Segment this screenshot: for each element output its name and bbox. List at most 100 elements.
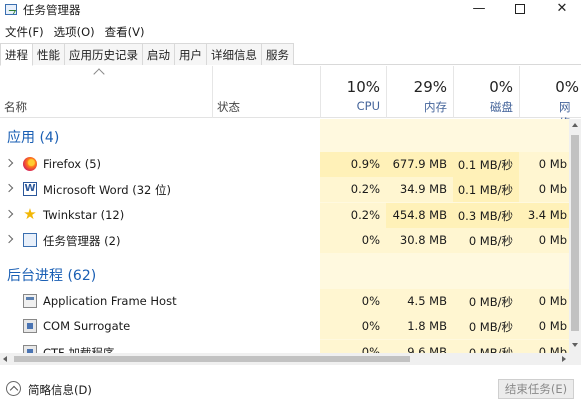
table-row[interactable]: 任务管理器 (2) 0% 30.8 MB 0 MB/秒 0 Mb xyxy=(0,228,569,253)
tab-users[interactable]: 用户 xyxy=(174,43,207,65)
scrollbar-corner xyxy=(569,353,581,365)
column-cpu[interactable]: 10% CPU xyxy=(320,66,386,118)
sort-caret-icon xyxy=(93,68,105,80)
disk-cell: 0 MB/秒 xyxy=(453,289,519,314)
cpu-cell: 0% xyxy=(320,228,386,253)
disk-cell: 0.1 MB/秒 xyxy=(453,152,519,177)
memory-label: 内存 xyxy=(424,100,447,114)
memory-cell: 4.5 MB xyxy=(386,289,453,314)
table-row[interactable]: ★ Twinkstar (12) 0.2% 454.8 MB 0.3 MB/秒 … xyxy=(0,203,569,228)
table-row[interactable]: CTF 加载程序 0% 9.6 MB 0 MB/秒 0 Mb xyxy=(0,340,569,353)
window-title: 任务管理器 xyxy=(23,3,81,17)
table-row[interactable]: W Microsoft Word (32 位) 0.2% 34.9 MB 0.1… xyxy=(0,177,569,202)
scroll-down-arrow-icon[interactable] xyxy=(572,343,578,347)
network-cell: 0 Mb xyxy=(519,177,569,202)
minimize-button[interactable]: — xyxy=(462,0,496,20)
chevron-right-icon[interactable] xyxy=(4,183,14,193)
vertical-scroll-thumb[interactable] xyxy=(571,135,579,331)
menu-file[interactable]: 文件(F) xyxy=(0,22,49,42)
disk-cell: 0 MB/秒 xyxy=(453,228,519,253)
network-cell: 0 Mb xyxy=(519,228,569,253)
tab-app-history[interactable]: 应用历史记录 xyxy=(64,43,143,65)
tab-strip: 进程 性能 应用历史记录 启动 用户 详细信息 服务 xyxy=(0,43,581,66)
star-icon: ★ xyxy=(23,205,37,223)
disk-cell: 0.1 MB/秒 xyxy=(453,177,519,202)
cpu-total: 10% xyxy=(346,78,380,96)
ctf-icon xyxy=(23,345,37,353)
horizontal-scrollbar[interactable] xyxy=(0,353,569,365)
tab-services[interactable]: 服务 xyxy=(261,43,294,65)
scroll-up-arrow-icon[interactable] xyxy=(572,123,578,127)
process-name: Microsoft Word (32 位) xyxy=(43,183,171,197)
vertical-scrollbar[interactable] xyxy=(569,119,581,353)
disk-cell: 0.3 MB/秒 xyxy=(453,203,519,228)
memory-cell: 9.6 MB xyxy=(386,340,453,353)
firefox-icon xyxy=(23,157,37,171)
tab-startup[interactable]: 启动 xyxy=(142,43,175,65)
cpu-cell: 0% xyxy=(320,340,386,353)
group-title: 后台进程 (62) xyxy=(7,268,97,284)
scroll-left-arrow-icon[interactable] xyxy=(3,356,7,362)
disk-label: 磁盘 xyxy=(490,100,513,114)
cpu-label: CPU xyxy=(356,99,380,113)
memory-total: 29% xyxy=(413,78,447,96)
cpu-cell: 0.2% xyxy=(320,203,386,228)
process-name: CTF 加载程序 xyxy=(43,346,115,353)
menu-view[interactable]: 查看(V) xyxy=(100,22,150,42)
network-total: 0% xyxy=(555,78,579,96)
group-apps[interactable]: 应用 (4) xyxy=(0,123,569,148)
process-name: Twinkstar (12) xyxy=(43,208,125,222)
horizontal-scroll-thumb[interactable] xyxy=(14,356,410,362)
column-status[interactable]: 状态 xyxy=(217,99,240,115)
column-memory[interactable]: 29% 内存 xyxy=(386,66,453,118)
network-cell: 0 Mb xyxy=(519,289,569,314)
task-manager-icon xyxy=(5,4,17,15)
chevron-right-icon[interactable] xyxy=(4,234,14,244)
cpu-cell: 0.2% xyxy=(320,177,386,202)
group-title: 应用 (4) xyxy=(7,130,60,146)
network-cell: 0 Mb xyxy=(519,314,569,339)
table-row[interactable]: Firefox (5) 0.9% 677.9 MB 0.1 MB/秒 0 Mb xyxy=(0,152,569,177)
disk-cell: 0 MB/秒 xyxy=(453,314,519,339)
menu-options[interactable]: 选项(O) xyxy=(49,22,100,42)
column-divider xyxy=(212,66,213,118)
network-cell: 3.4 Mb xyxy=(519,203,569,228)
process-name: COM Surrogate xyxy=(43,319,131,333)
chevron-up-circle-icon[interactable] xyxy=(6,381,21,396)
column-network[interactable]: 0% 网络 xyxy=(519,66,581,130)
maximize-icon xyxy=(515,4,525,14)
chevron-right-icon[interactable] xyxy=(4,158,14,168)
tab-performance[interactable]: 性能 xyxy=(32,43,65,65)
tab-processes[interactable]: 进程 xyxy=(0,43,33,66)
column-header: 名称 状态 10% CPU 29% 内存 0% 磁盘 0% 网络 xyxy=(0,66,581,130)
disk-total: 0% xyxy=(489,78,513,96)
menu-bar: 文件(F) 选项(O) 查看(V) xyxy=(0,22,581,42)
cpu-cell: 0% xyxy=(320,289,386,314)
table-row[interactable]: COM Surrogate 0% 1.8 MB 0 MB/秒 0 Mb xyxy=(0,314,569,339)
process-name: 任务管理器 (2) xyxy=(43,234,121,248)
close-button[interactable]: ✕ xyxy=(545,0,579,20)
memory-cell: 677.9 MB xyxy=(386,152,453,177)
com-surrogate-icon xyxy=(23,319,37,333)
app-frame-icon xyxy=(23,294,37,308)
chevron-right-icon[interactable] xyxy=(4,209,14,219)
fewer-details-link[interactable]: 简略信息(D) xyxy=(28,382,92,398)
memory-cell: 1.8 MB xyxy=(386,314,453,339)
footer: 简略信息(D) 结束任务(E) xyxy=(0,366,581,408)
column-name[interactable]: 名称 xyxy=(4,99,27,115)
cpu-cell: 0.9% xyxy=(320,152,386,177)
group-background[interactable]: 后台进程 (62) xyxy=(0,261,569,286)
end-task-button[interactable]: 结束任务(E) xyxy=(498,379,574,399)
process-name: Application Frame Host xyxy=(43,294,177,308)
word-icon: W xyxy=(23,182,37,196)
network-cell: 0 Mb xyxy=(519,340,569,353)
process-name: Firefox (5) xyxy=(43,157,102,171)
cpu-cell: 0% xyxy=(320,314,386,339)
scroll-right-arrow-icon[interactable] xyxy=(562,356,566,362)
table-row[interactable]: Application Frame Host 0% 4.5 MB 0 MB/秒 … xyxy=(0,289,569,314)
memory-cell: 454.8 MB xyxy=(386,203,453,228)
maximize-button[interactable] xyxy=(503,0,537,20)
tab-details[interactable]: 详细信息 xyxy=(206,43,262,65)
column-disk[interactable]: 0% 磁盘 xyxy=(453,66,519,118)
task-manager-icon xyxy=(23,233,37,247)
